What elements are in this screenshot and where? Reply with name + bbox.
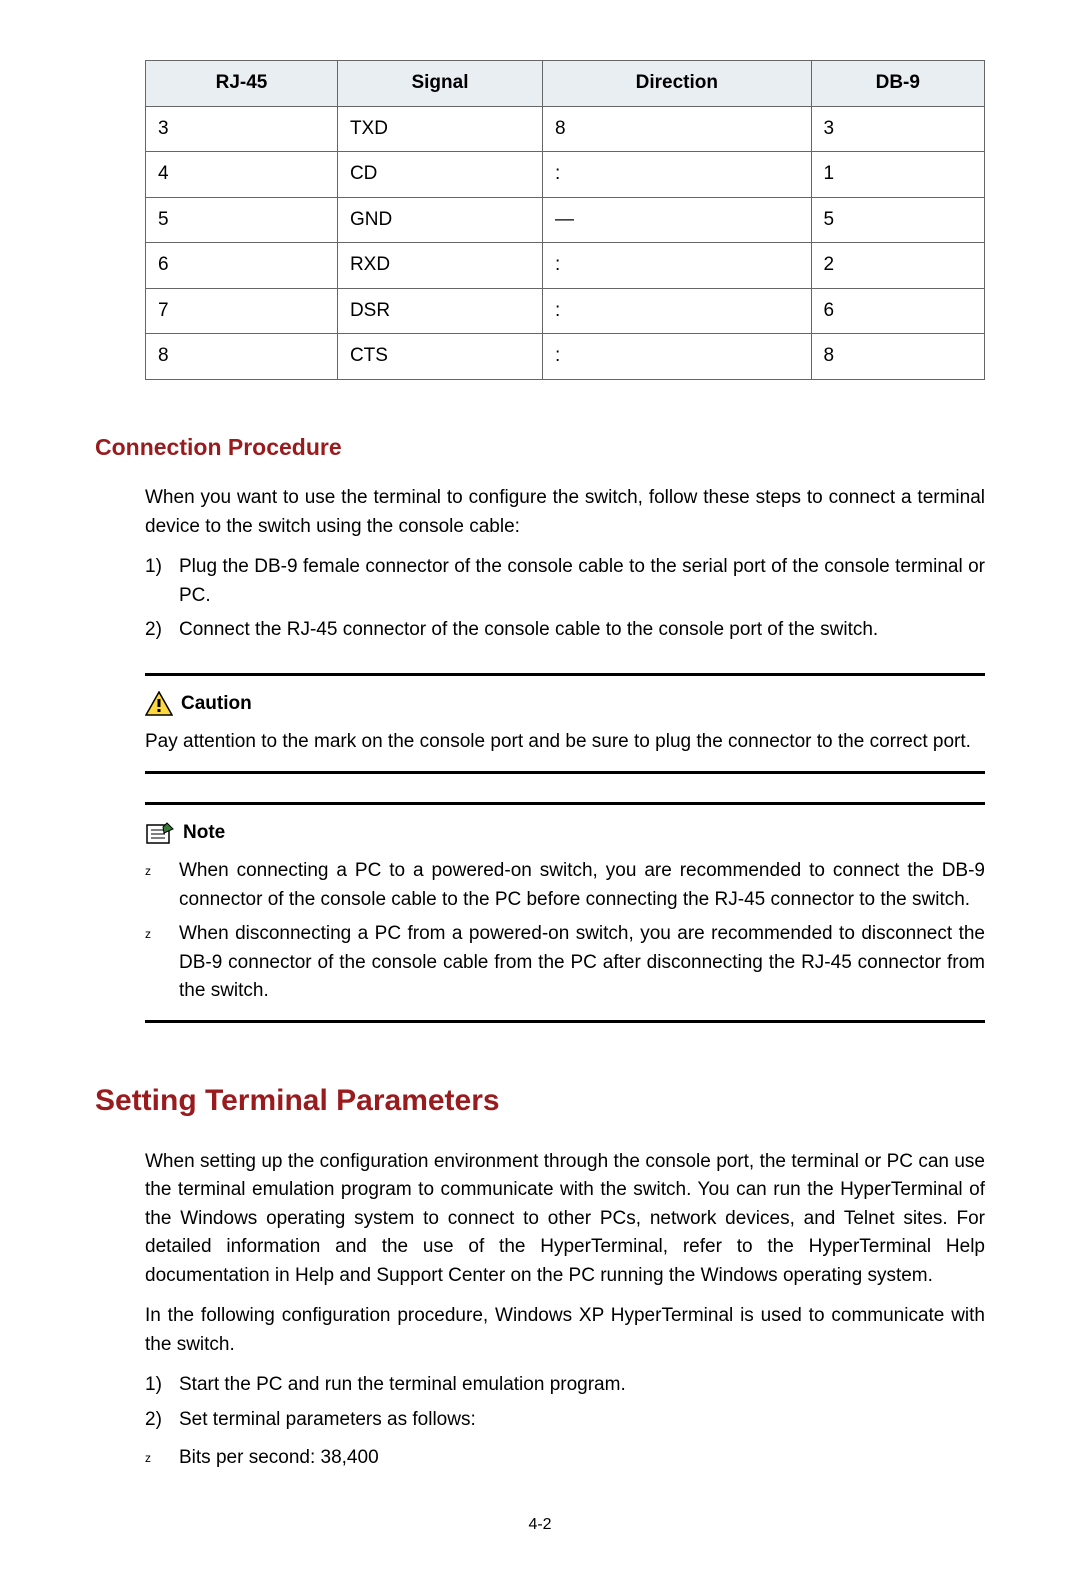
term-steps: 1) Start the PC and run the terminal emu… <box>145 1371 985 1434</box>
cell: 8 <box>811 334 984 380</box>
step-text: Plug the DB-9 female connector of the co… <box>179 553 985 610</box>
cell: 8 <box>543 106 812 152</box>
page-number: 4-2 <box>95 1513 985 1537</box>
cell: 2 <box>811 243 984 289</box>
bullet-text: When disconnecting a PC from a powered-o… <box>179 920 985 1006</box>
list-item: 2) Set terminal parameters as follows: <box>145 1406 985 1435</box>
pinout-table: RJ-45 Signal Direction DB-9 3 TXD 8 3 4 … <box>145 60 985 380</box>
bullet-marker: z <box>145 1444 179 1473</box>
step-text: Set terminal parameters as follows: <box>179 1406 985 1435</box>
caution-icon <box>145 691 173 717</box>
step-text: Connect the RJ-45 connector of the conso… <box>179 616 985 645</box>
step-number: 1) <box>145 553 179 610</box>
cell: GND <box>337 197 542 243</box>
term-p2: In the following configuration procedure… <box>145 1302 985 1359</box>
table-header-row: RJ-45 Signal Direction DB-9 <box>146 61 985 107</box>
note-header: Note <box>145 819 985 848</box>
conn-intro: When you want to use the terminal to con… <box>145 484 985 541</box>
cell: 7 <box>146 288 338 334</box>
bullet-marker: z <box>145 920 179 1006</box>
note-bullets: z When connecting a PC to a powered-on s… <box>145 857 985 1006</box>
table-row: 4 CD : 1 <box>146 152 985 198</box>
heading-connection-procedure: Connection Procedure <box>95 430 985 465</box>
divider <box>145 673 985 676</box>
step-number: 2) <box>145 616 179 645</box>
term-params: z Bits per second: 38,400 <box>145 1444 985 1473</box>
cell: 3 <box>811 106 984 152</box>
cell: DSR <box>337 288 542 334</box>
table-row: 3 TXD 8 3 <box>146 106 985 152</box>
col-rj45: RJ-45 <box>146 61 338 107</box>
step-text: Start the PC and run the terminal emulat… <box>179 1371 985 1400</box>
col-db9: DB-9 <box>811 61 984 107</box>
note-icon <box>145 821 175 845</box>
term-p1: When setting up the configuration enviro… <box>145 1148 985 1291</box>
caution-header: Caution <box>145 690 985 719</box>
list-item: 1) Start the PC and run the terminal emu… <box>145 1371 985 1400</box>
cell: : <box>543 243 812 289</box>
content-area: RJ-45 Signal Direction DB-9 3 TXD 8 3 4 … <box>95 60 985 1473</box>
cell: 5 <box>811 197 984 243</box>
conn-steps: 1) Plug the DB-9 female connector of the… <box>145 553 985 645</box>
list-item: 2) Connect the RJ-45 connector of the co… <box>145 616 985 645</box>
col-direction: Direction <box>543 61 812 107</box>
cell: 1 <box>811 152 984 198</box>
cell: : <box>543 288 812 334</box>
cell: : <box>543 152 812 198</box>
caution-callout: Caution Pay attention to the mark on the… <box>145 673 985 774</box>
cell: : <box>543 334 812 380</box>
cell: RXD <box>337 243 542 289</box>
list-item: z When connecting a PC to a powered-on s… <box>145 857 985 914</box>
step-number: 2) <box>145 1406 179 1435</box>
step-number: 1) <box>145 1371 179 1400</box>
bullet-text: Bits per second: 38,400 <box>179 1444 985 1473</box>
cell: CD <box>337 152 542 198</box>
bullet-text: When connecting a PC to a powered-on swi… <box>179 857 985 914</box>
list-item: z Bits per second: 38,400 <box>145 1444 985 1473</box>
table-row: 6 RXD : 2 <box>146 243 985 289</box>
cell: 3 <box>146 106 338 152</box>
bullet-marker: z <box>145 857 179 914</box>
note-label: Note <box>183 819 225 848</box>
divider <box>145 771 985 774</box>
page: RJ-45 Signal Direction DB-9 3 TXD 8 3 4 … <box>0 0 1080 1577</box>
list-item: 1) Plug the DB-9 female connector of the… <box>145 553 985 610</box>
caution-text: Pay attention to the mark on the console… <box>145 728 985 757</box>
cell: — <box>543 197 812 243</box>
table-row: 8 CTS : 8 <box>146 334 985 380</box>
col-signal: Signal <box>337 61 542 107</box>
cell: 4 <box>146 152 338 198</box>
divider <box>145 802 985 805</box>
caution-label: Caution <box>181 690 252 719</box>
cell: 8 <box>146 334 338 380</box>
cell: TXD <box>337 106 542 152</box>
cell: 6 <box>811 288 984 334</box>
table-row: 5 GND — 5 <box>146 197 985 243</box>
cell: CTS <box>337 334 542 380</box>
note-callout: Note z When connecting a PC to a powered… <box>145 802 985 1023</box>
cell: 5 <box>146 197 338 243</box>
divider <box>145 1020 985 1023</box>
list-item: z When disconnecting a PC from a powered… <box>145 920 985 1006</box>
table-row: 7 DSR : 6 <box>146 288 985 334</box>
cell: 6 <box>146 243 338 289</box>
heading-setting-terminal-parameters: Setting Terminal Parameters <box>95 1078 985 1123</box>
